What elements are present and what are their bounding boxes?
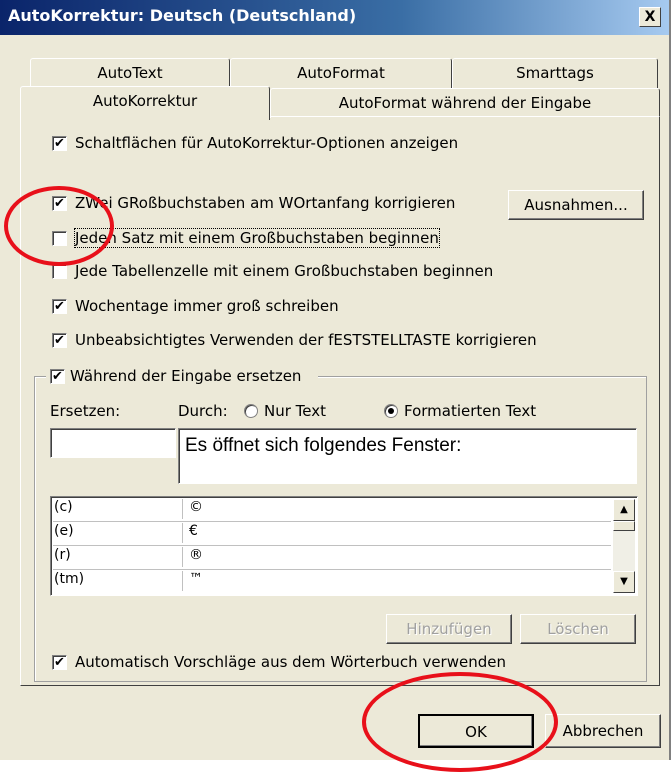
auto-suggest-label: Automatisch Vorschläge aus dem Wörterbuc… (75, 653, 506, 671)
exceptions-button[interactable]: Ausnahmen... (508, 190, 644, 220)
cancel-button[interactable]: Abbrechen (545, 714, 661, 748)
scroll-up-button[interactable]: ▲ (613, 499, 635, 521)
list-item[interactable]: (e) € (53, 521, 611, 546)
sentence-caps-label: Jeden Satz mit einem Großbuchstaben begi… (74, 228, 440, 248)
list-item[interactable]: (r) ® (53, 545, 611, 570)
chevron-up-icon: ▲ (620, 504, 628, 515)
list-item[interactable]: (tm) ™ (53, 569, 611, 593)
entry-to: ™ (189, 571, 203, 587)
weekdays-label: Wochentage immer groß schreiben (75, 297, 339, 315)
replace-while-typing-checkbox[interactable]: ✔ (50, 369, 65, 384)
list-scrollbar[interactable]: ▲ ▼ (613, 499, 635, 593)
groupbox-header: ✔ Während der Eingabe ersetzen (46, 366, 318, 386)
scroll-down-button[interactable]: ▼ (613, 571, 635, 593)
delete-button[interactable]: Löschen (520, 614, 636, 644)
check-icon: ✔ (54, 333, 65, 348)
autocorrect-dialog: AutoKorrektur: Deutsch (Deutschland) X A… (0, 0, 671, 772)
with-input-value: Es öffnet sich folgendes Fenster: (185, 435, 462, 456)
capslock-checkbox[interactable]: ✔ (52, 333, 67, 348)
check-icon: ✔ (52, 369, 63, 384)
tab-autoformat-while-typing[interactable]: AutoFormat während der Eingabe (270, 88, 660, 118)
tab-autotext[interactable]: AutoText (30, 58, 230, 88)
table-caps-checkbox[interactable] (52, 264, 67, 279)
formatted-text-radio[interactable] (384, 404, 398, 418)
plain-text-label: Nur Text (264, 402, 326, 420)
replace-input[interactable] (50, 428, 176, 458)
entry-from: (r) (53, 547, 183, 567)
entry-to: ® (189, 547, 203, 563)
two-caps-label: ZWei GRoßbuchstaben am WOrtanfang korrig… (75, 194, 456, 212)
entry-from: (tm) (53, 571, 183, 591)
entry-to: € (189, 523, 198, 539)
check-icon: ✔ (54, 655, 65, 670)
scroll-thumb[interactable] (613, 521, 635, 531)
capslock-label: Unbeabsichtigtes Verwenden der fESTSTELL… (75, 331, 537, 349)
show-buttons-label: Schaltflächen für AutoKorrektur-Optionen… (75, 134, 459, 152)
tab-autokorrektur[interactable]: AutoKorrektur (20, 86, 270, 120)
radio-selected-dot (388, 408, 394, 414)
with-label: Durch: (178, 402, 228, 420)
window-title: AutoKorrektur: Deutsch (Deutschland) (8, 6, 357, 25)
title-bar[interactable]: AutoKorrektur: Deutsch (Deutschland) X (0, 0, 669, 35)
add-button[interactable]: Hinzufügen (386, 614, 512, 644)
list-item[interactable]: (c) © (53, 497, 611, 522)
formatted-text-label: Formatierten Text (404, 402, 537, 420)
show-buttons-checkbox[interactable]: ✔ (52, 136, 67, 151)
auto-suggest-checkbox[interactable]: ✔ (52, 655, 67, 670)
table-caps-label: Jede Tabellenzelle mit einem Großbuchsta… (75, 262, 494, 280)
chevron-down-icon: ▼ (620, 576, 628, 587)
replace-while-typing-label: Während der Eingabe ersetzen (70, 367, 302, 385)
close-button[interactable]: X (639, 7, 661, 27)
with-input[interactable]: Es öffnet sich folgendes Fenster: (178, 428, 637, 484)
sentence-caps-checkbox[interactable] (52, 231, 67, 246)
check-icon: ✔ (54, 136, 65, 151)
entry-from: (e) (53, 523, 183, 543)
check-icon: ✔ (54, 196, 65, 211)
entry-to: © (189, 499, 203, 515)
entries-list[interactable]: (c) © (e) € (r) ® (tm) ™ ▲ ▼ (50, 496, 638, 596)
two-caps-checkbox[interactable]: ✔ (52, 196, 67, 211)
weekdays-checkbox[interactable]: ✔ (52, 299, 67, 314)
plain-text-radio[interactable] (244, 404, 258, 418)
check-icon: ✔ (54, 299, 65, 314)
replace-label: Ersetzen: (50, 402, 121, 420)
tab-smarttags[interactable]: Smarttags (452, 58, 658, 88)
entry-from: (c) (53, 499, 183, 519)
tab-autoformat[interactable]: AutoFormat (230, 58, 452, 88)
ok-button[interactable]: OK (418, 714, 534, 748)
